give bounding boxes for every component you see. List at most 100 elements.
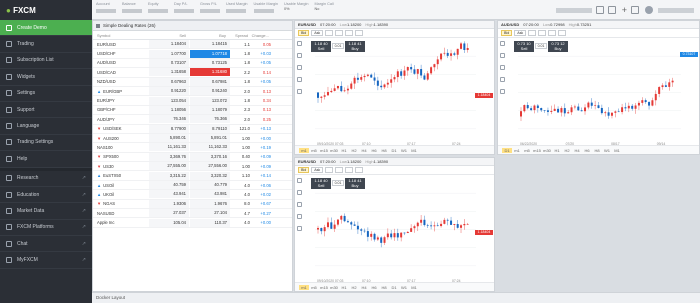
rate-symbol[interactable]: ▼ US30: [93, 164, 149, 169]
pin-icon[interactable]: [96, 23, 100, 28]
rate-symbol[interactable]: ▲ UKOil: [93, 192, 149, 197]
rate-sell-price[interactable]: 0.67963: [149, 77, 189, 86]
shape-icon[interactable]: [297, 77, 302, 82]
cursor-icon[interactable]: [297, 41, 302, 46]
rate-row-gbp-chf[interactable]: GBP/CHF 1.18056 1.18079 2.3 0.13: [93, 105, 292, 116]
timeframe-h4[interactable]: H4: [359, 285, 369, 290]
rate-symbol[interactable]: ▼ AUS200: [93, 136, 149, 141]
fxcm-logo[interactable]: ● FXCM: [0, 0, 92, 20]
sell-button[interactable]: 1.18 40 Sell: [311, 178, 331, 189]
chart-plot-area[interactable]: 09/10/2020 07:03 07:10 07:17 07:24 1.18404: [295, 38, 494, 146]
line-icon[interactable]: [297, 202, 302, 207]
rate-row-nasusd[interactable]: NASUSD 27.037 27.104 4.7 +0.27: [93, 209, 292, 219]
sidebar-item-education[interactable]: Education ↗: [0, 187, 92, 204]
timeframe-w1[interactable]: W1: [399, 285, 409, 290]
timeframe-d1[interactable]: D1: [502, 147, 512, 153]
indicators-icon[interactable]: [325, 30, 334, 36]
rate-symbol[interactable]: Apple Inc: [93, 220, 149, 225]
timeframe-m5[interactable]: m5: [522, 148, 532, 153]
header-spread[interactable]: Spread: [229, 33, 251, 38]
drawing-icon[interactable]: [538, 30, 547, 36]
docker-layout-bar[interactable]: Docker Layout: [92, 292, 700, 303]
timeframe-h6[interactable]: H6: [369, 285, 379, 290]
trade-amount-input[interactable]: 0.01: [332, 180, 344, 186]
timeframe-h8[interactable]: H8: [379, 148, 389, 153]
timeframe-m5[interactable]: m5: [309, 285, 319, 290]
lock-icon[interactable]: [345, 30, 354, 36]
sidebar-item-trading[interactable]: Trading: [0, 36, 92, 53]
chart-symbol[interactable]: EUR/USD: [298, 22, 316, 27]
rate-symbol[interactable]: NASUSD: [93, 211, 149, 216]
rate-row-eustx50[interactable]: ▲ EuSTX50 3,315.22 3,320.32 1.10 +0.14: [93, 171, 292, 181]
rate-buy-price[interactable]: 3,370.16: [190, 152, 230, 161]
line-icon[interactable]: [500, 65, 505, 70]
rate-sell-price[interactable]: 40.759: [149, 181, 189, 190]
indicators-icon[interactable]: [325, 167, 334, 173]
sidebar-item-research[interactable]: Research ↗: [0, 171, 92, 187]
rate-symbol[interactable]: AUD/JPY: [93, 117, 149, 122]
rate-buy-price[interactable]: 1.31680: [190, 68, 230, 77]
rate-row-usoil[interactable]: ▲ USOil 40.759 40.779 4.0 +0.06: [93, 181, 292, 191]
rate-symbol[interactable]: ▼ USD/SEK: [93, 126, 149, 131]
sidebar-item-market-data[interactable]: Market Data ↗: [0, 203, 92, 220]
rate-row-eur-usd[interactable]: EUR/USD 1.18404 1.18415 1.1 0.05: [93, 40, 292, 50]
sell-button[interactable]: 0.73 10 Sell: [514, 41, 534, 52]
timeframe-h8[interactable]: H8: [592, 148, 602, 153]
rate-sell-price[interactable]: 1.9306: [149, 199, 189, 208]
lock-icon[interactable]: [345, 167, 354, 173]
timeframe-m1[interactable]: m1: [299, 147, 309, 153]
rate-buy-price[interactable]: 40.779: [190, 181, 230, 190]
timeframe-m5[interactable]: m5: [309, 148, 319, 153]
rate-row-usd-sek[interactable]: ▼ USD/SEK 8.77900 8.79110 121.0 +0.13: [93, 124, 292, 134]
rate-row-nas100[interactable]: NAS100 11,161.33 11,162.33 1.00 +0.19: [93, 143, 292, 153]
timeframe-m1[interactable]: m1: [299, 284, 309, 290]
timeframe-m1[interactable]: m1: [512, 148, 522, 153]
sidebar-item-subscription-list[interactable]: Subscription List: [0, 53, 92, 70]
rate-sell-price[interactable]: 76.346: [149, 115, 189, 124]
avatar[interactable]: [645, 6, 653, 14]
add-icon[interactable]: +: [622, 5, 627, 15]
rate-symbol[interactable]: GBP/CHF: [93, 107, 149, 112]
rate-row-usd-chf[interactable]: USD/CHF 1.07700 1.07718 1.8 +0.03: [93, 49, 292, 59]
rate-row-spx500[interactable]: ▼ SPX500 3,369.76 3,370.16 0.40 +0.09: [93, 152, 292, 163]
timeframe-m15[interactable]: m15: [319, 148, 329, 153]
timeframe-m30[interactable]: m30: [329, 148, 339, 153]
rate-buy-price[interactable]: 3,320.32: [190, 171, 230, 180]
header-buy[interactable]: Buy: [189, 33, 229, 38]
rate-symbol[interactable]: ▲ EUR/GBP: [93, 89, 149, 94]
timeframe-m1[interactable]: M1: [409, 148, 419, 153]
timeframe-h1[interactable]: H1: [339, 285, 349, 290]
chart-symbol[interactable]: EUR/USD: [298, 159, 316, 164]
chart-symbol[interactable]: AUD/USD: [501, 22, 519, 27]
rate-symbol[interactable]: ▼ NGAS: [93, 201, 149, 206]
rate-sell-price[interactable]: 3,369.76: [149, 152, 189, 161]
settings-icon[interactable]: [558, 30, 567, 36]
cursor-icon[interactable]: [297, 178, 302, 183]
rate-symbol[interactable]: ▲ EuSTX50: [93, 173, 149, 178]
text-icon[interactable]: [297, 89, 302, 94]
timeframe-m15[interactable]: m15: [532, 148, 542, 153]
bid-toggle[interactable]: Bid: [501, 30, 513, 36]
buy-button[interactable]: 1.18 41 Buy: [345, 41, 365, 52]
rate-row-apple-inc[interactable]: Apple Inc 105.04 110.37 4.0 +0.00: [93, 218, 292, 228]
rate-buy-price[interactable]: 27.104: [190, 209, 230, 218]
pencil-icon[interactable]: [297, 190, 302, 195]
buy-button[interactable]: 1.18 41 Buy: [345, 178, 365, 189]
rate-sell-price[interactable]: 43.941: [149, 190, 189, 199]
rate-buy-price[interactable]: 0.73125: [190, 58, 230, 67]
rate-sell-price[interactable]: 3,315.22: [149, 171, 189, 180]
sidebar-item-chat[interactable]: Chat ↗: [0, 236, 92, 253]
indicators-icon[interactable]: [528, 30, 537, 36]
rate-symbol[interactable]: NAS100: [93, 145, 149, 150]
timeframe-w1[interactable]: W1: [399, 148, 409, 153]
trade-amount-input[interactable]: 0.01: [332, 43, 344, 49]
rate-symbol[interactable]: ▲ USOil: [93, 183, 149, 188]
layout-icon[interactable]: [607, 6, 616, 14]
drawing-icon[interactable]: [335, 30, 344, 36]
text-icon[interactable]: [500, 89, 505, 94]
rate-sell-price[interactable]: 1.18404: [149, 40, 189, 49]
sidebar-item-myfxcm[interactable]: MyFXCM ↗: [0, 252, 92, 269]
sidebar-item-help[interactable]: Help: [0, 151, 92, 168]
rate-row-aud-usd[interactable]: AUD/USD 0.73107 0.73125 1.8 +0.05: [93, 58, 292, 69]
trade-amount-input[interactable]: 0.01: [535, 43, 547, 49]
